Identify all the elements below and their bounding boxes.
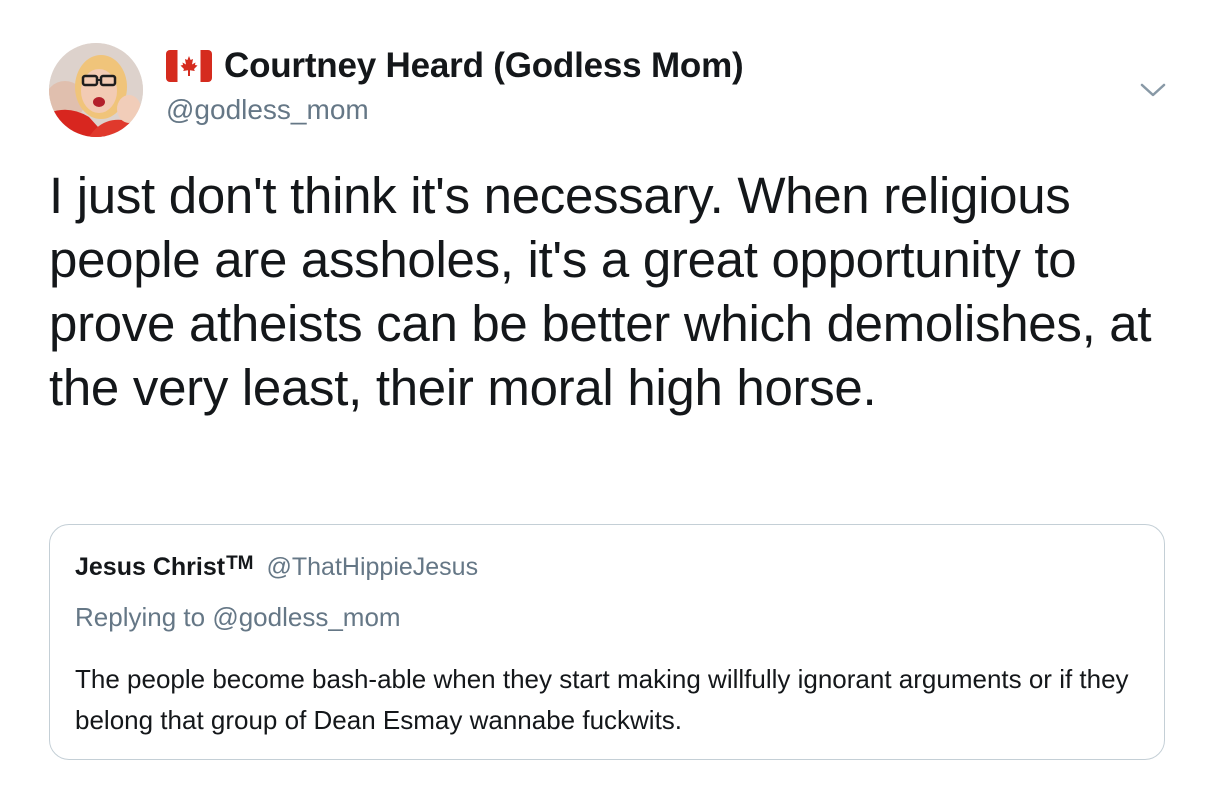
- tweet-text: I just don't think it's necessary. When …: [49, 167, 1152, 416]
- author-name-row[interactable]: Courtney Heard (Godless Mom): [166, 44, 744, 88]
- author-display-name[interactable]: Courtney Heard (Godless Mom): [224, 46, 744, 86]
- canada-flag-icon: [166, 50, 212, 82]
- quoted-author-handle: @ThatHippieJesus: [266, 553, 479, 581]
- avatar[interactable]: [49, 43, 143, 137]
- chevron-down-icon[interactable]: [1138, 80, 1168, 100]
- tweet-card: Courtney Heard (Godless Mom) @godless_mo…: [0, 0, 1222, 788]
- quoted-author-name: Jesus Christ: [75, 553, 226, 581]
- quoted-tweet-text: The people become bash-able when they st…: [75, 664, 1129, 735]
- reply-handle[interactable]: @godless_mom: [212, 602, 400, 632]
- quoted-reply-context: Replying to @godless_mom: [75, 602, 401, 633]
- author-handle[interactable]: @godless_mom: [166, 94, 369, 126]
- avatar-photo: [49, 43, 143, 137]
- quoted-author-trademark: TM: [226, 553, 254, 574]
- quoted-tweet[interactable]: Jesus Christ TM @ThatHippieJesus Replyin…: [49, 524, 1165, 760]
- quoted-tweet-header: Jesus Christ TM @ThatHippieJesus: [75, 553, 478, 582]
- reply-prefix: Replying to: [75, 602, 213, 632]
